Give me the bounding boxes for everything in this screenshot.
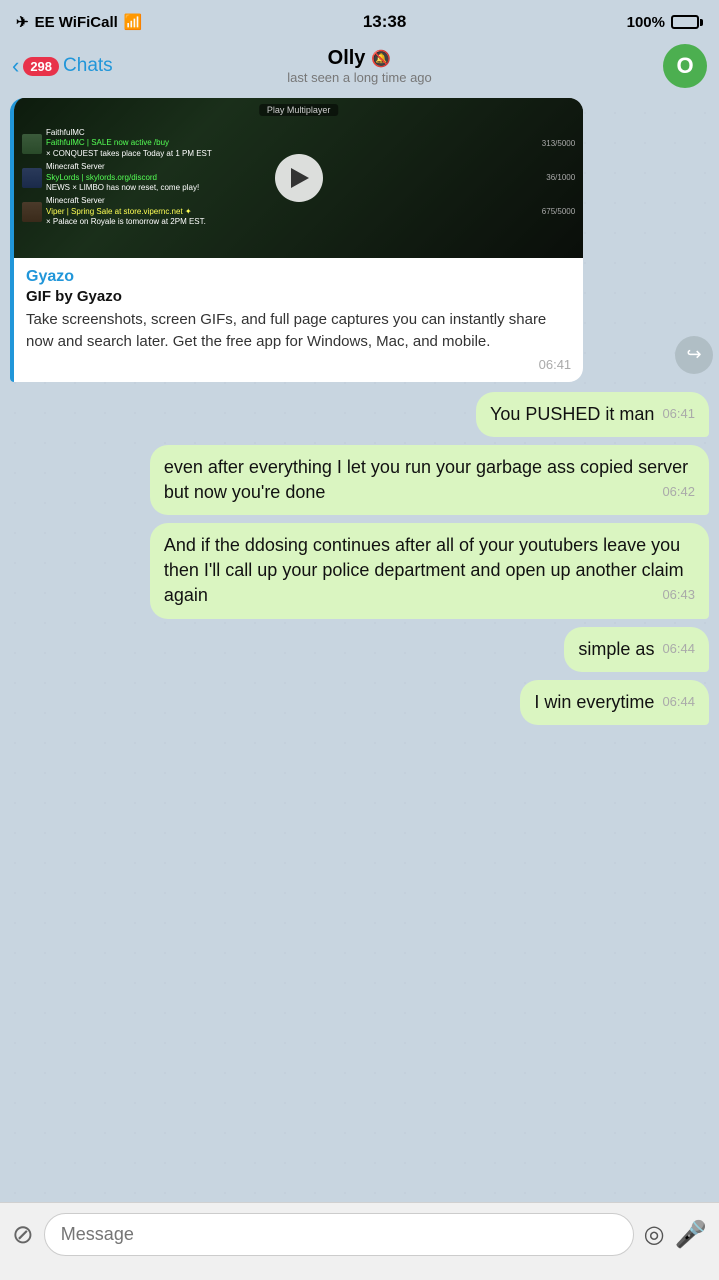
media-message-bubble[interactable]: Play Multiplayer FaithfulMC FaithfulMC |… — [10, 98, 583, 382]
list-item: simple as 06:44 — [10, 627, 709, 672]
link-description: Take screenshots, screen GIFs, and full … — [26, 309, 571, 353]
outgoing-bubble: And if the ddosing continues after all o… — [150, 523, 709, 619]
table-row: Play Multiplayer FaithfulMC FaithfulMC |… — [10, 98, 709, 384]
avatar[interactable]: O — [663, 44, 707, 88]
status-right: 100% — [627, 14, 703, 31]
video-thumbnail[interactable]: Play Multiplayer FaithfulMC FaithfulMC |… — [14, 98, 583, 258]
message-time: 06:41 — [26, 357, 571, 372]
emoji-icon[interactable]: ◎ — [644, 1220, 665, 1249]
message-text: I win everytime — [534, 692, 654, 712]
battery-icon — [671, 15, 703, 29]
list-item: even after everything I let you run your… — [10, 445, 709, 515]
list-item: You PUSHED it man 06:41 — [10, 392, 709, 437]
outgoing-bubble: simple as 06:44 — [564, 627, 709, 672]
battery-label: 100% — [627, 14, 665, 31]
message-time: 06:44 — [662, 694, 695, 709]
list-item: And if the ddosing continues after all o… — [10, 523, 709, 619]
link-preview: Gyazo GIF by Gyazo Take screenshots, scr… — [14, 258, 583, 382]
wifi-icon: 📶 — [124, 13, 143, 31]
status-bar: ✈ EE WiFiCall 📶 13:38 100% — [0, 0, 719, 40]
back-arrow-icon: ‹ — [12, 53, 19, 79]
mute-icon: 🔕 — [371, 49, 391, 69]
message-text: And if the ddosing continues after all o… — [164, 535, 684, 605]
status-left: ✈ EE WiFiCall 📶 — [16, 13, 142, 31]
message-text: simple as — [578, 639, 654, 659]
header-center: Olly 🔕 last seen a long time ago — [287, 47, 432, 85]
message-time: 06:44 — [662, 641, 695, 656]
link-title: GIF by Gyazo — [26, 288, 571, 305]
contact-name[interactable]: Olly 🔕 — [287, 47, 432, 70]
chat-header: ‹ 298 Chats Olly 🔕 last seen a long time… — [0, 40, 719, 98]
message-time: 06:42 — [662, 484, 695, 499]
outgoing-bubble: I win everytime 06:44 — [520, 680, 709, 725]
mic-icon[interactable]: 🎤 — [675, 1219, 707, 1250]
airplane-icon: ✈ — [16, 13, 29, 31]
outgoing-bubble: You PUSHED it man 06:41 — [476, 392, 709, 437]
chat-area: Play Multiplayer FaithfulMC FaithfulMC |… — [0, 98, 719, 1198]
message-text: You PUSHED it man — [490, 404, 654, 424]
play-button[interactable] — [275, 154, 323, 202]
forward-button[interactable]: ↪ — [675, 336, 713, 374]
video-label: Play Multiplayer — [259, 104, 339, 116]
outgoing-bubble: even after everything I let you run your… — [150, 445, 709, 515]
last-seen-status: last seen a long time ago — [287, 70, 432, 85]
message-text: even after everything I let you run your… — [164, 457, 688, 502]
message-time: 06:43 — [662, 587, 695, 602]
status-time: 13:38 — [363, 12, 406, 32]
back-label: Chats — [63, 55, 113, 77]
input-bar: ⊘ ◎ 🎤 — [0, 1202, 719, 1280]
carrier-label: EE WiFiCall — [35, 14, 118, 31]
message-time: 06:41 — [662, 406, 695, 421]
link-brand[interactable]: Gyazo — [26, 268, 571, 286]
attach-icon[interactable]: ⊘ — [12, 1219, 34, 1250]
list-item: I win everytime 06:44 — [10, 680, 709, 725]
message-input[interactable] — [44, 1213, 634, 1256]
unread-badge: 298 — [23, 57, 59, 76]
back-button[interactable]: ‹ 298 Chats — [12, 53, 113, 79]
